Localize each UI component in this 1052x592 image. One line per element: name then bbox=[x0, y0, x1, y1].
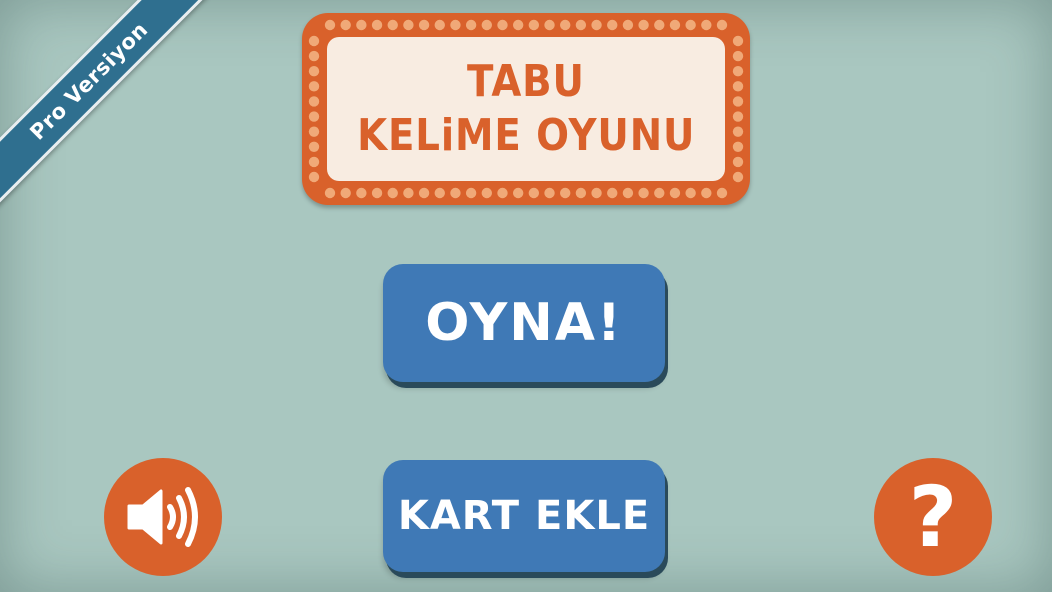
title-board-dot bbox=[403, 187, 414, 199]
title-board-dot bbox=[528, 19, 540, 31]
title-board-dot bbox=[591, 19, 602, 31]
title-board-dot bbox=[308, 96, 320, 107]
title-board-dot bbox=[732, 126, 744, 137]
title-board-dot bbox=[716, 19, 728, 31]
title-board-dot bbox=[669, 19, 681, 31]
title-board-dot bbox=[308, 81, 320, 92]
title-board-dot bbox=[387, 187, 398, 199]
title-board-dot bbox=[308, 111, 320, 122]
title-board-dot bbox=[340, 19, 351, 31]
title-board: TABU KELiME OYUNU bbox=[302, 13, 750, 205]
title-board-dot bbox=[607, 187, 618, 199]
title-board-dot bbox=[308, 171, 320, 183]
title-board-dot bbox=[544, 187, 555, 199]
title-board-dot bbox=[607, 19, 618, 31]
title-board-dot bbox=[512, 19, 524, 31]
title-board-dot bbox=[324, 19, 336, 31]
title-board-dot bbox=[418, 187, 430, 199]
title-board-dot bbox=[387, 19, 398, 31]
title-board-dot bbox=[732, 50, 744, 62]
title-board-dot bbox=[732, 96, 744, 107]
title-board-dot bbox=[450, 187, 461, 199]
title-board-dot bbox=[732, 156, 744, 168]
title-board-dot bbox=[434, 19, 445, 31]
title-board-dot bbox=[732, 111, 744, 122]
title-board-dot bbox=[669, 187, 681, 199]
title-board-dot bbox=[654, 187, 665, 199]
title-board-dot bbox=[544, 19, 555, 31]
title-board-dot bbox=[324, 187, 336, 199]
title-board-dot bbox=[716, 187, 728, 199]
pro-version-ribbon: Pro Versiyon bbox=[0, 0, 222, 214]
title-board-dot bbox=[308, 126, 320, 137]
title-panel: TABU KELiME OYUNU bbox=[327, 37, 725, 181]
title-board-dot bbox=[497, 19, 508, 31]
pro-ribbon-container: Pro Versiyon bbox=[0, 0, 230, 230]
title-board-dot bbox=[418, 19, 430, 31]
title-board-dot bbox=[308, 35, 320, 47]
help-button[interactable]: ? bbox=[874, 458, 992, 576]
title-board-dot bbox=[575, 19, 587, 31]
title-line-1: TABU bbox=[467, 56, 585, 107]
title-board-dot bbox=[732, 141, 744, 152]
title-board-dot bbox=[685, 19, 696, 31]
title-board-dot bbox=[403, 19, 414, 31]
title-board-dot bbox=[465, 187, 477, 199]
title-board-dot bbox=[638, 187, 649, 199]
title-board-dot bbox=[622, 19, 634, 31]
title-board-dot bbox=[308, 50, 320, 62]
title-board-dot bbox=[465, 19, 477, 31]
title-board-dot bbox=[512, 187, 524, 199]
title-board-dot bbox=[685, 187, 696, 199]
title-board-dot bbox=[308, 156, 320, 168]
title-board-dot bbox=[308, 141, 320, 152]
title-board-dot bbox=[638, 19, 649, 31]
play-button-label: OYNA! bbox=[425, 293, 623, 353]
title-board-dot bbox=[371, 19, 383, 31]
title-board-dot bbox=[356, 19, 367, 31]
title-board-dot bbox=[481, 187, 492, 199]
title-line-2: KELiME OYUNU bbox=[356, 110, 696, 161]
title-board-dot bbox=[701, 19, 712, 31]
title-board-dot bbox=[701, 187, 712, 199]
speaker-volume-icon bbox=[127, 487, 198, 547]
title-board-dot bbox=[450, 19, 461, 31]
title-board-dot bbox=[434, 187, 445, 199]
title-board-dot bbox=[732, 171, 744, 183]
title-board-dot bbox=[497, 187, 508, 199]
add-card-button-label: KART EKLE bbox=[397, 493, 651, 539]
title-board-dot bbox=[340, 187, 351, 199]
question-mark-icon: ? bbox=[908, 468, 958, 566]
title-board-dot bbox=[356, 187, 367, 199]
title-board-dot bbox=[732, 35, 744, 47]
title-board-dot bbox=[560, 187, 571, 199]
title-board-dot bbox=[654, 19, 665, 31]
title-board-dot bbox=[732, 66, 744, 77]
title-board-dot bbox=[481, 19, 492, 31]
add-card-button[interactable]: KART EKLE bbox=[383, 460, 665, 572]
title-board-dot bbox=[308, 66, 320, 77]
play-button[interactable]: OYNA! bbox=[383, 264, 665, 382]
title-board-dot bbox=[591, 187, 602, 199]
title-board-dot bbox=[575, 187, 587, 199]
title-board-dot bbox=[560, 19, 571, 31]
title-board-dot bbox=[732, 81, 744, 92]
title-board-dot bbox=[371, 187, 383, 199]
sound-button[interactable] bbox=[104, 458, 222, 576]
title-board-dot bbox=[622, 187, 634, 199]
pro-version-label: Pro Versiyon bbox=[25, 17, 153, 145]
title-board-dot bbox=[528, 187, 540, 199]
